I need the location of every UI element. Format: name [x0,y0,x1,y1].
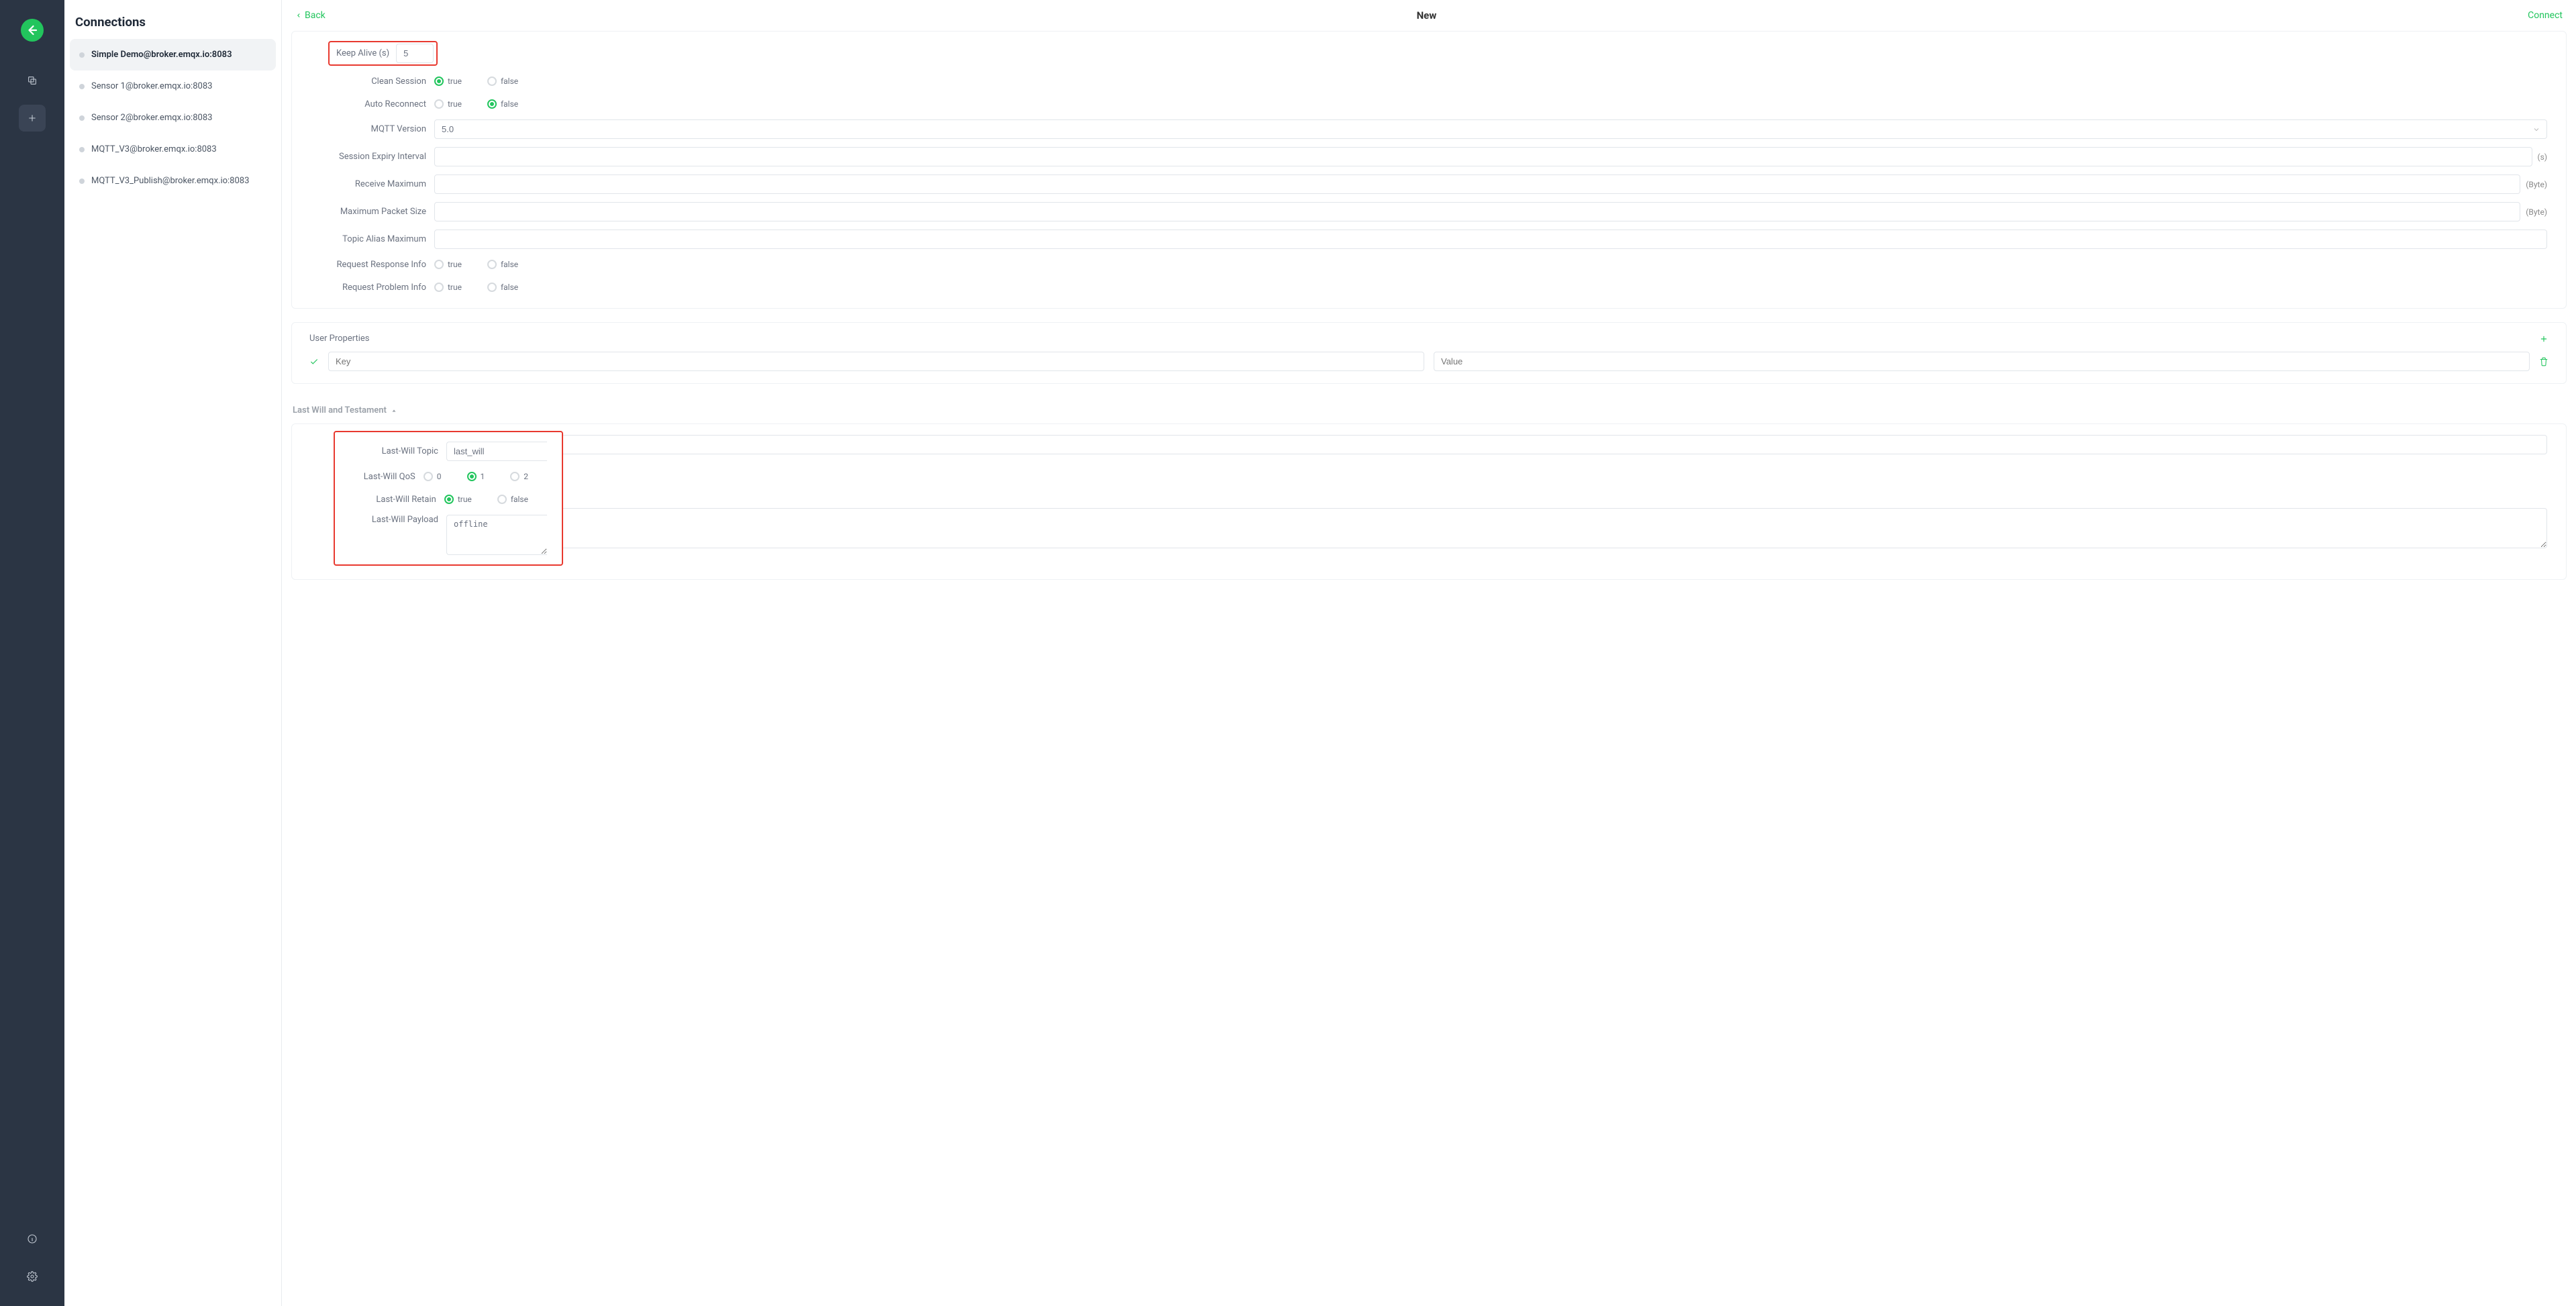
receive-max-label: Receive Maximum [328,179,434,189]
connection-item[interactable]: Sensor 1@broker.emqx.io:8083 [70,70,276,102]
lwt-payload-input-tail[interactable] [563,508,2547,548]
max-packet-input[interactable] [434,202,2520,221]
lwt-retain-false[interactable]: false [497,495,528,504]
status-dot-icon [79,179,85,184]
lwt-retain-true[interactable]: true [444,495,472,504]
receive-max-row: Receive Maximum (Byte) [319,170,2557,198]
app-logo [21,19,44,42]
lwt-qos-row: Last-Will QoS 0 1 2 [335,465,556,488]
mqtt-version-row: MQTT Version [319,115,2557,143]
rail-settings-icon[interactable] [19,1263,46,1290]
add-user-property-button[interactable] [2539,334,2548,344]
clean-session-row: Clean Session true false [319,70,2557,93]
lwt-retain-label: Last-Will Retain [344,495,444,505]
req-resp-info-row: Request Response Info true false [319,253,2557,276]
main-panel: Back New Connect Keep Alive (s) Clean Se… [282,0,2576,1306]
max-packet-row: Maximum Packet Size (Byte) [319,198,2557,225]
page-title: New [1417,9,1437,21]
caret-up-icon [391,407,397,414]
auto-reconnect-true[interactable]: true [434,99,462,109]
req-problem-info-true[interactable]: true [434,283,462,292]
auto-reconnect-false[interactable]: false [487,99,518,109]
delete-user-property-button[interactable] [2539,357,2548,366]
auto-reconnect-row: Auto Reconnect true false [319,93,2557,115]
connection-item[interactable]: Simple Demo@broker.emqx.io:8083 [70,39,276,70]
connection-item-label: Sensor 2@broker.emqx.io:8083 [91,113,212,123]
lwt-card: Last-Will Topic Last-Will QoS 0 1 2 [291,423,2567,580]
user-properties-card: User Properties [291,322,2567,384]
connection-item-label: MQTT_V3@broker.emqx.io:8083 [91,144,217,154]
keep-alive-input[interactable] [396,44,434,63]
connection-item[interactable]: MQTT_V3@broker.emqx.io:8083 [70,134,276,165]
lwt-body-extension [563,431,2557,566]
status-dot-icon [79,115,85,121]
keep-alive-row: Keep Alive (s) [319,37,2557,70]
lwt-payload-row-left: Last-Will Payload [335,511,556,559]
lwt-payload-label: Last-Will Payload [344,515,446,525]
back-label: Back [305,10,326,21]
rail-copy-icon[interactable] [19,67,46,94]
keep-alive-highlight: Keep Alive (s) [328,41,438,66]
lwt-topic-row-left: Last-Will Topic [335,438,556,465]
rail-info-icon[interactable] [19,1225,46,1252]
status-dot-icon [79,84,85,89]
session-expiry-suffix: (s) [2538,152,2547,162]
user-property-value-input[interactable] [1434,352,2530,371]
keep-alive-label: Keep Alive (s) [332,48,396,58]
connection-item[interactable]: MQTT_V3_Publish@broker.emqx.io:8083 [70,165,276,197]
lwt-qos-label: Last-Will QoS [344,472,424,482]
connection-item[interactable]: Sensor 2@broker.emqx.io:8083 [70,102,276,134]
lwt-qos-1[interactable]: 1 [467,472,485,481]
lwt-toggle[interactable]: Last Will and Testament [291,397,399,423]
lwt-toggle-label: Last Will and Testament [293,405,387,415]
topic-alias-max-input[interactable] [434,230,2547,249]
status-dot-icon [79,147,85,152]
lwt-payload-input-head[interactable] [446,515,547,555]
clean-session-true[interactable]: true [434,77,462,86]
lwt-qos-2[interactable]: 2 [510,472,528,481]
mqtt-version-select[interactable] [434,119,2547,139]
clean-session-false[interactable]: false [487,77,518,86]
status-dot-icon [79,52,85,58]
topbar: Back New Connect [282,0,2576,31]
topic-alias-max-label: Topic Alias Maximum [328,234,434,244]
rail-add-icon[interactable] [19,105,46,132]
sidebar-title: Connections [70,11,276,39]
req-resp-info-true[interactable]: true [434,260,462,269]
lwt-highlight: Last-Will Topic Last-Will QoS 0 1 2 [334,431,563,566]
back-button[interactable]: Back [295,10,326,21]
session-expiry-row: Session Expiry Interval (s) [319,143,2557,170]
req-problem-info-label: Request Problem Info [328,283,434,293]
lwt-topic-label: Last-Will Topic [344,446,446,456]
connection-item-label: Simple Demo@broker.emqx.io:8083 [91,50,232,60]
req-problem-info-false[interactable]: false [487,283,518,292]
req-problem-info-row: Request Problem Info true false [319,276,2557,299]
lwt-topic-input-head[interactable] [446,442,547,461]
connection-options-card: Keep Alive (s) Clean Session true false … [291,31,2567,309]
topic-alias-max-row: Topic Alias Maximum [319,225,2557,253]
lwt-topic-input-tail[interactable] [563,435,2547,454]
user-property-key-input[interactable] [328,352,1424,371]
req-resp-info-false[interactable]: false [487,260,518,269]
connections-sidebar: Connections Simple Demo@broker.emqx.io:8… [64,0,282,1306]
max-packet-suffix: (Byte) [2526,207,2547,217]
session-expiry-label: Session Expiry Interval [328,152,434,162]
mqtt-version-label: MQTT Version [328,124,434,134]
user-properties-title: User Properties [309,334,370,344]
clean-session-label: Clean Session [328,77,434,87]
max-packet-label: Maximum Packet Size [328,207,434,217]
receive-max-suffix: (Byte) [2526,180,2547,189]
nav-rail [0,0,64,1306]
connection-item-label: MQTT_V3_Publish@broker.emqx.io:8083 [91,176,249,186]
auto-reconnect-label: Auto Reconnect [328,99,434,109]
req-resp-info-label: Request Response Info [328,260,434,270]
session-expiry-input[interactable] [434,147,2532,166]
receive-max-input[interactable] [434,174,2520,194]
connection-item-label: Sensor 1@broker.emqx.io:8083 [91,81,212,91]
lwt-qos-0[interactable]: 0 [424,472,442,481]
user-property-row [309,352,2548,371]
check-icon [309,357,319,366]
connect-button[interactable]: Connect [2528,10,2563,21]
lwt-retain-row: Last-Will Retain true false [335,488,556,511]
